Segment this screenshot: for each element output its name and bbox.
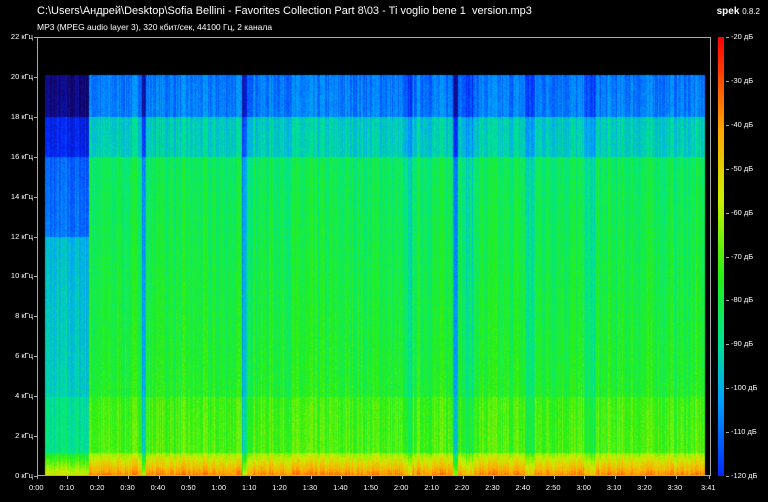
freq-tick xyxy=(34,316,37,318)
time-tick xyxy=(341,476,343,479)
time-tick-label: 2:20 xyxy=(454,483,470,492)
time-tick-label: 1:00 xyxy=(211,483,227,492)
time-tick xyxy=(432,476,434,479)
db-tick xyxy=(726,476,729,477)
time-tick xyxy=(614,476,616,479)
time-tick xyxy=(371,476,373,479)
time-tick-label: 2:10 xyxy=(424,483,439,492)
time-tick-label: 0:30 xyxy=(120,483,135,492)
freq-tick-label: 2 кГц xyxy=(15,431,33,441)
db-tick xyxy=(726,344,729,346)
db-tick xyxy=(726,212,729,214)
freq-tick xyxy=(34,196,37,198)
db-tick-label: -40 дБ xyxy=(731,119,754,129)
db-color-scale xyxy=(718,37,724,476)
time-tick-label: 2:50 xyxy=(545,483,561,492)
time-tick-label: 0:20 xyxy=(89,483,105,492)
db-tick xyxy=(726,80,729,82)
freq-tick xyxy=(34,356,37,358)
db-tick xyxy=(726,124,729,126)
freq-tick-label: 16 кГц xyxy=(10,151,33,161)
freq-tick-label: 14 кГц xyxy=(10,191,33,201)
db-tick-label: -70 дБ xyxy=(731,251,754,261)
time-tick xyxy=(675,476,677,479)
time-tick xyxy=(67,476,69,479)
time-tick xyxy=(128,476,130,479)
app-brand: spek 0.8.2 xyxy=(717,6,760,17)
freq-tick-label: 12 кГц xyxy=(10,231,33,241)
time-tick xyxy=(219,476,221,479)
time-tick xyxy=(462,476,464,479)
time-tick-label: 1:20 xyxy=(272,483,287,492)
time-tick-label: 3:41 xyxy=(701,483,716,492)
freq-tick xyxy=(34,276,37,278)
time-tick-label: 0:40 xyxy=(150,483,166,492)
time-tick-label: 3:20 xyxy=(637,483,652,492)
time-tick-label: 3:30 xyxy=(667,483,683,492)
time-tick xyxy=(249,476,251,479)
freq-tick-label: 8 кГц xyxy=(15,311,33,321)
freq-tick xyxy=(34,76,37,78)
time-tick xyxy=(310,476,312,479)
time-tick-label: 3:10 xyxy=(606,483,622,492)
db-tick-label: -20 дБ xyxy=(731,32,754,41)
time-tick xyxy=(37,476,38,479)
freq-tick-label: 0 кГц xyxy=(15,471,33,480)
freq-tick xyxy=(34,396,37,398)
db-tick-label: -110 дБ xyxy=(731,427,757,437)
freq-tick xyxy=(34,37,37,38)
time-tick-label: 1:10 xyxy=(241,483,257,492)
freq-tick-label: 4 кГц xyxy=(15,391,33,401)
freq-tick-label: 22 кГц xyxy=(10,32,33,41)
app-version: 0.8.2 xyxy=(742,7,760,16)
db-tick-label: -30 дБ xyxy=(731,75,754,85)
time-tick xyxy=(645,476,647,479)
freq-tick xyxy=(34,436,37,438)
freq-tick xyxy=(34,156,37,158)
db-tick-label: -120 дБ xyxy=(731,471,758,480)
freq-tick-label: 6 кГц xyxy=(15,351,33,361)
time-tick xyxy=(523,476,525,479)
time-tick xyxy=(401,476,403,479)
db-tick xyxy=(726,388,729,390)
freq-tick xyxy=(34,236,37,238)
time-tick-label: 3:00 xyxy=(576,483,591,492)
time-tick xyxy=(584,476,586,479)
freq-tick-label: 18 кГц xyxy=(10,111,33,121)
time-tick xyxy=(158,476,160,479)
time-tick xyxy=(553,476,555,479)
time-tick-label: 2:00 xyxy=(393,483,409,492)
time-tick xyxy=(493,476,495,479)
time-tick-label: 0:10 xyxy=(59,483,75,492)
file-path-title: C:\Users\Андрей\Desktop\Sofia Bellini - … xyxy=(37,5,532,17)
db-tick-label: -60 дБ xyxy=(731,207,754,217)
time-tick xyxy=(97,476,99,479)
db-tick xyxy=(726,256,729,258)
time-tick xyxy=(189,476,191,479)
spectrogram xyxy=(37,37,711,476)
time-tick-label: 0:00 xyxy=(29,483,44,492)
freq-tick-label: 10 кГц xyxy=(10,271,33,281)
time-tick-label: 2:40 xyxy=(515,483,531,492)
time-tick-label: 1:40 xyxy=(333,483,348,492)
db-tick xyxy=(726,37,729,38)
time-tick-label: 2:30 xyxy=(485,483,500,492)
db-tick-label: -90 дБ xyxy=(731,339,754,349)
time-tick xyxy=(280,476,282,479)
time-tick-label: 0:50 xyxy=(181,483,196,492)
db-tick-label: -100 дБ xyxy=(731,383,758,393)
freq-tick xyxy=(34,116,37,118)
db-tick xyxy=(726,300,729,302)
time-tick xyxy=(709,476,710,479)
db-tick-label: -50 дБ xyxy=(731,163,754,173)
app-name: spek xyxy=(716,6,740,17)
stream-info: MP3 (MPEG audio layer 3), 320 кбит/сек, … xyxy=(37,22,273,32)
time-tick-label: 1:50 xyxy=(363,483,379,492)
freq-tick-label: 20 кГц xyxy=(10,71,33,81)
db-tick xyxy=(726,432,729,434)
db-tick xyxy=(726,168,729,170)
db-tick-label: -80 дБ xyxy=(731,295,754,305)
time-tick-label: 1:30 xyxy=(302,483,318,492)
